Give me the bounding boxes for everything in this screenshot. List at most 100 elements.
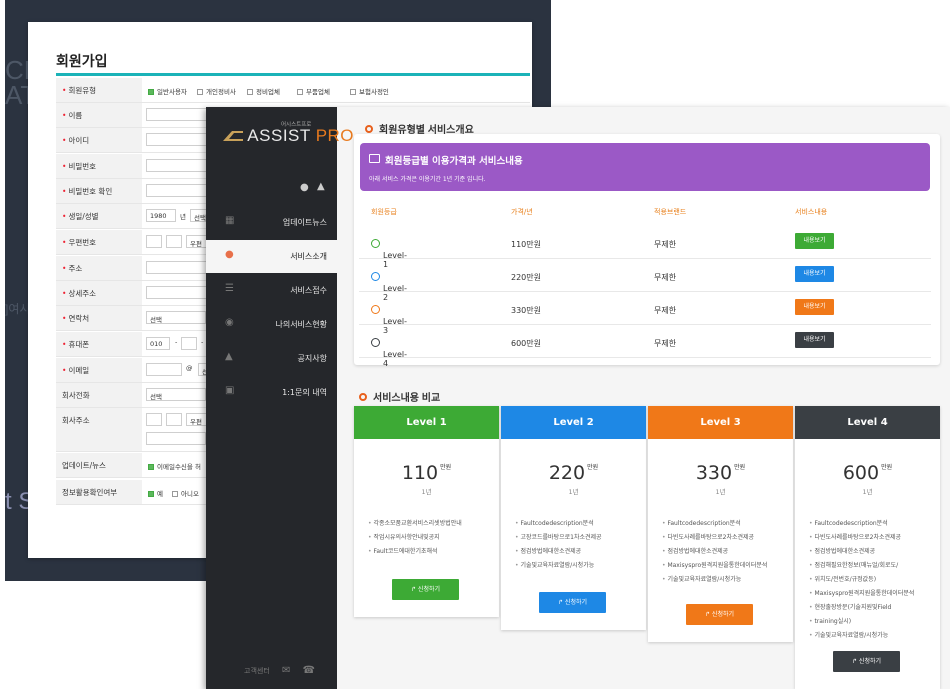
plan-price-unit: 만원 — [881, 464, 893, 471]
feature-item: Maxisyspro원격지원을통한데이터분석 — [662, 560, 767, 569]
price-cell: 600만원 — [511, 339, 541, 348]
field-label-text: 아이디 — [68, 136, 90, 145]
banner-title: 회원등급별 이용가격과 서비스내용 — [385, 156, 523, 167]
required-marker: • — [62, 340, 67, 349]
feature-item: 점검해필요한정보(매뉴얼/회로도/ — [809, 560, 914, 569]
sidebar-item[interactable]: ☰ 서비스접수 — [206, 274, 337, 307]
field-label-text: 휴대폰 — [68, 340, 90, 349]
plan-price: 600 만원 — [795, 462, 940, 484]
level-cell: Level-4 — [371, 338, 407, 368]
field-label: 회사주소 — [56, 408, 142, 451]
feature-item: 점검방법에대한소견제공 — [515, 546, 602, 555]
checkbox-icon[interactable] — [148, 491, 154, 497]
plan-period: 1년 — [421, 488, 432, 496]
view-details-button[interactable]: 내용보기 — [795, 233, 834, 249]
member-type-checkbox[interactable]: 부품업체 — [297, 86, 330, 96]
email-input[interactable] — [146, 363, 182, 376]
plan-card: Level 4 600만원 1년 Faultcodedescription분석다빈도사… — [795, 406, 940, 689]
apply-button[interactable]: ↱ 신청하기 — [686, 604, 753, 625]
newsletter-checkbox[interactable]: 이메일수신을 허 — [148, 461, 201, 471]
view-details-button[interactable]: 내용보기 — [795, 332, 834, 348]
field-label: • 주소 — [56, 256, 142, 280]
member-type-checkbox[interactable]: 개인정비사 — [197, 86, 236, 96]
checkbox-icon[interactable] — [350, 89, 356, 95]
bell-icon[interactable]: ▲ — [317, 181, 325, 192]
postcode-input[interactable] — [166, 235, 182, 248]
field-label: • 연락처 — [56, 306, 142, 330]
feature-item: 기술및교육자료열람/시청가능 — [662, 574, 767, 583]
field-label-text: 정보활용확인여부 — [62, 488, 118, 497]
logo-text: ASSIST PRO — [223, 126, 354, 146]
postcode-button[interactable]: 우편 — [186, 413, 208, 426]
price-banner: 회원등급별 이용가격과 서비스내용 아래 서비스 가격은 이용기간 1년 기준 … — [360, 143, 930, 191]
bell-icon: ▲ — [225, 351, 233, 362]
phone-input[interactable] — [181, 337, 197, 350]
user-circle-icon — [371, 272, 380, 281]
grid-icon: ▦ — [225, 215, 235, 226]
table-row: Level-4 600만원 무제한 내용보기 — [359, 326, 931, 368]
checkbox-icon[interactable] — [247, 89, 253, 95]
postcode-input[interactable] — [146, 413, 162, 426]
price-cell: 330만원 — [511, 306, 541, 315]
checkbox-icon[interactable] — [148, 464, 154, 470]
checkbox-icon[interactable] — [197, 89, 203, 95]
price-cell: 220만원 — [511, 273, 541, 282]
feature-item: 기술및교육자료열람/시청가능 — [515, 560, 602, 569]
checkbox-label: 아니오 — [181, 490, 199, 498]
sidebar-item-label: 서비스소개 — [290, 252, 327, 261]
apply-button[interactable]: ↱ 신청하기 — [392, 579, 459, 600]
mail-icon[interactable]: ✉ — [282, 665, 290, 676]
arrow-icon: ↱ — [851, 658, 859, 665]
sidebar-item[interactable]: ▦ 업데이트뉴스 — [206, 206, 337, 239]
main-window: 어시스트프로 ASSIST PRO ● ▲ ▦ 업데이트뉴스 ● 서비스소개 ☰ 서비스접… — [206, 107, 950, 689]
field-label-text: 비밀번호 확인 — [68, 187, 113, 196]
checkbox-icon[interactable] — [172, 491, 178, 497]
contact-select[interactable]: 선택 — [146, 311, 206, 324]
view-details-button[interactable]: 내용보기 — [795, 299, 834, 315]
phone-prefix-select[interactable]: 010 — [146, 337, 170, 350]
view-details-button[interactable]: 내용보기 — [795, 266, 834, 282]
bullet-ring-icon — [359, 393, 367, 401]
checkbox-icon[interactable] — [148, 89, 154, 95]
sidebar-item[interactable]: ◉ 나의서비스현황 — [206, 308, 337, 341]
birth-year-select[interactable]: 1980 — [146, 209, 176, 222]
consent-yes-radio[interactable]: 예 — [148, 488, 163, 498]
plan-price-value: 110 — [401, 462, 439, 484]
form-row: • 회원유형 일반사용자 개인정비사 정비업체 부품업체 보험사정인 — [56, 78, 530, 103]
company-phone-select[interactable]: 선택 — [146, 388, 206, 401]
customer-center[interactable]: 고객센터 ✉ ☎ — [244, 665, 315, 676]
postcode-input[interactable] — [166, 413, 182, 426]
feature-item: 작업시유의사항안내및공지 — [368, 532, 462, 541]
member-type-checkbox[interactable]: 일반사용자 — [148, 86, 187, 96]
postcode-input[interactable] — [146, 235, 162, 248]
required-marker: • — [62, 187, 67, 196]
sidebar-item[interactable]: ▲ 공지사항 — [206, 342, 337, 375]
user-icon[interactable]: ● — [300, 182, 309, 193]
logo-mark-icon — [223, 131, 243, 141]
plan-card: Level 3 330만원 1년 Faultcodedescription분석다빈도사… — [648, 406, 793, 642]
postcode-button[interactable]: 우편 — [186, 235, 208, 248]
feature-list: Faultcodedescription분석고장코드를바탕으로1차소견제공점검방… — [515, 518, 602, 574]
sidebar-item[interactable]: ● 서비스소개 — [206, 240, 337, 273]
member-type-checkbox[interactable]: 보험사정인 — [350, 86, 389, 96]
field-label-text: 업데이트/뉴스 — [62, 461, 106, 470]
background-text: ]여시 — [5, 302, 31, 316]
plan-price: 330 만원 — [648, 462, 793, 484]
plan-header: Level 2 — [501, 406, 646, 439]
checkbox-label: 보험사정인 — [359, 88, 389, 96]
consent-no-radio[interactable]: 아니오 — [172, 488, 199, 498]
member-type-checkbox[interactable]: 정비업체 — [247, 86, 280, 96]
apply-label: 신청하기 — [564, 599, 588, 606]
checkbox-label: 정비업체 — [256, 88, 280, 96]
plan-header: Level 4 — [795, 406, 940, 439]
phone-icon[interactable]: ☎ — [303, 665, 315, 676]
checkbox-label: 일반사용자 — [157, 88, 187, 96]
field-label: • 아이디 — [56, 128, 142, 152]
apply-button[interactable]: ↱ 신청하기 — [833, 651, 900, 672]
address-input[interactable] — [146, 432, 206, 445]
feature-item: training실시) — [809, 616, 914, 625]
apply-button[interactable]: ↱ 신청하기 — [539, 592, 606, 613]
field-label: 업데이트/뉴스 — [56, 453, 142, 477]
checkbox-icon[interactable] — [297, 89, 303, 95]
sidebar-item[interactable]: ▣ 1:1문의 내역 — [206, 376, 337, 409]
